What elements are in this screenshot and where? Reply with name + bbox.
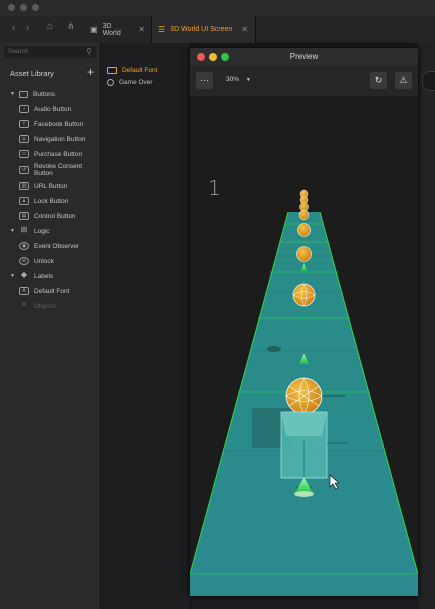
tab-3d-world[interactable]: ▣ 3D World ✕: [84, 16, 152, 43]
disclosure-icon: ▼: [10, 91, 15, 97]
close-tab-icon[interactable]: ✕: [241, 25, 248, 34]
objects-panel: Default Font Game Over: [101, 43, 191, 609]
font-icon: A: [19, 287, 29, 295]
more-options-button[interactable]: ···: [196, 72, 213, 89]
observer-icon: [107, 79, 114, 86]
disclosure-icon: ▼: [10, 273, 15, 279]
warning-button[interactable]: ⚠: [395, 72, 412, 89]
facebook-icon: f: [19, 120, 29, 128]
label-icon: [107, 67, 117, 74]
object-game-over[interactable]: Game Over: [107, 79, 153, 86]
logic-icon: ⊞: [20, 225, 28, 234]
tag-icon: ◆: [20, 270, 28, 279]
lock-icon: 🔒︎: [19, 197, 29, 205]
zoom-select[interactable]: 30% ▼: [226, 76, 251, 83]
objects-icon: ✦: [20, 300, 28, 309]
group-labels[interactable]: ▼ ◆ Labels: [10, 269, 110, 283]
tab-bar: ‹ › ⌂ ⋔ ▣ 3D World ✕ ☰ 3D World UI Scree…: [0, 16, 435, 44]
preview-window: Preview ··· 30% ▼ ↻ ⚠ 1: [189, 48, 419, 596]
audio-icon: ♪: [19, 105, 29, 113]
cone-shadow: [267, 346, 281, 352]
game-scene[interactable]: 1: [189, 96, 419, 596]
close-tab-icon[interactable]: ✕: [138, 25, 145, 34]
folder-icon: [19, 90, 28, 98]
reload-button[interactable]: ↻: [370, 72, 387, 89]
search-input[interactable]: Search ⚲: [4, 46, 96, 58]
asset-library-title: Asset Library: [10, 69, 54, 78]
object-default-font[interactable]: Default Font: [107, 67, 157, 74]
score-counter: 1: [208, 176, 221, 200]
purchase-icon: ▭: [19, 150, 29, 158]
chevron-down-icon: ▼: [245, 77, 251, 83]
inspector-toggle-button[interactable]: [422, 71, 435, 91]
back-icon[interactable]: ‹: [12, 22, 15, 32]
close-window-button[interactable]: [8, 4, 15, 11]
control-icon: ▤: [19, 212, 29, 220]
home-icon[interactable]: ⌂: [47, 21, 53, 32]
navigation-icon: ◎: [19, 135, 29, 143]
window-titlebar: [0, 0, 435, 16]
inspector-edge: [418, 43, 435, 609]
revoke-consent-icon: ↺: [19, 166, 29, 174]
minimize-window-button[interactable]: [20, 4, 27, 11]
preview-titlebar: Preview: [190, 48, 418, 66]
preview-title: Preview: [289, 52, 319, 61]
cube-icon: ▣: [90, 25, 98, 34]
group-logic[interactable]: ▼ ⊞ Logic: [10, 224, 110, 238]
disclosure-icon: ▼: [10, 228, 15, 234]
hierarchy-icon[interactable]: ⋔: [67, 21, 75, 32]
group-buttons[interactable]: ▼ Buttons: [10, 87, 110, 101]
asset-library-sidebar: Search ⚲ Asset Library + ▼ Buttons ♪ Aud…: [0, 43, 101, 609]
tab-3d-world-ui-screen[interactable]: ☰ 3D World UI Screen ✕: [152, 16, 256, 43]
unlock-icon: ⊘: [19, 257, 29, 265]
maximize-window-button[interactable]: [32, 4, 39, 11]
scene-render: [189, 96, 419, 596]
link-icon: ⛓: [19, 182, 29, 190]
preview-toolbar: ··· 30% ▼ ↻ ⚠: [190, 66, 418, 97]
screen-icon: ☰: [158, 25, 166, 34]
event-observer-icon: ◉: [19, 242, 29, 250]
search-icon: ⚲: [86, 47, 92, 56]
add-asset-button[interactable]: +: [87, 65, 94, 79]
forward-icon[interactable]: ›: [26, 22, 29, 32]
